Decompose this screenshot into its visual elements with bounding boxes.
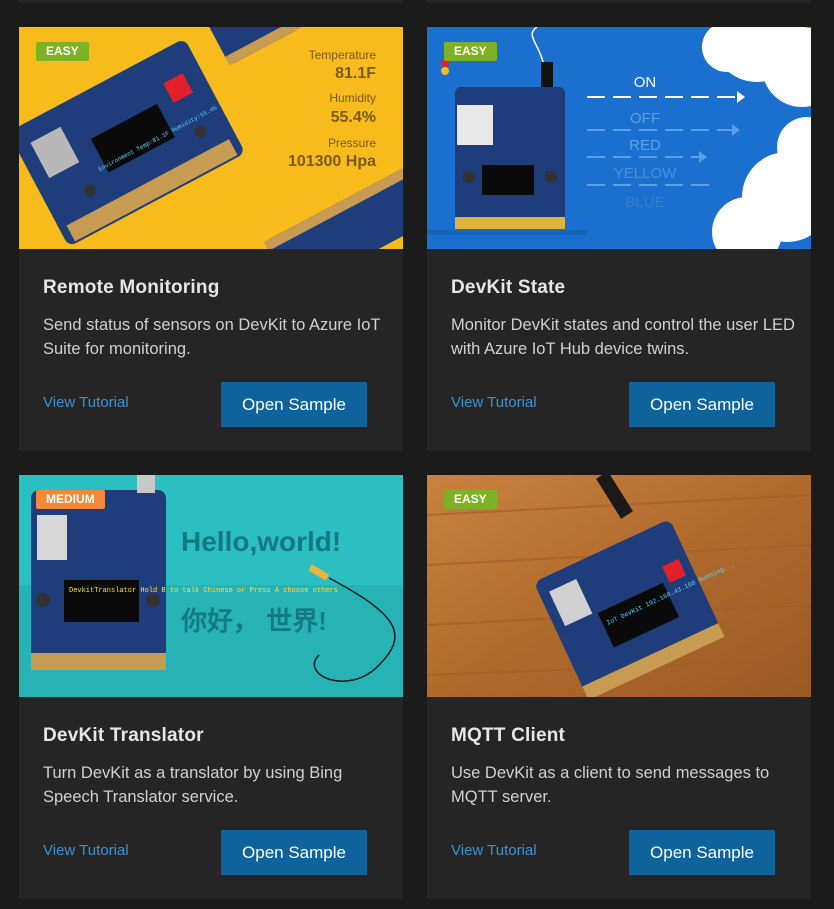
state-on: ON	[634, 74, 657, 91]
card-title: MQTT Client	[451, 725, 566, 746]
temperature-value: 81.1F	[335, 65, 376, 82]
sample-thumbnail: Environment Temp:81.1F Humidity:55.4% Te…	[19, 27, 403, 249]
board-screen-text: DevkitTranslator Hold B to talk Chinese …	[69, 587, 338, 595]
difficulty-badge: MEDIUM	[36, 490, 105, 509]
sample-thumbnail: ON OFF RED YELLOW BLUE EASY	[427, 27, 811, 249]
humidity-label: Humidity	[329, 91, 376, 105]
open-sample-button[interactable]: Open Sample	[221, 830, 367, 875]
view-tutorial-link[interactable]: View Tutorial	[451, 842, 537, 859]
sample-card-mqtt-client: IoT DevKit 192.168.43.160 Running... EAS…	[427, 475, 811, 899]
sample-card-remote-monitoring: Environment Temp:81.1F Humidity:55.4% Te…	[19, 27, 403, 451]
open-sample-button[interactable]: Open Sample	[221, 382, 367, 427]
temperature-label: Temperature	[309, 48, 377, 62]
hello-world-text: Hello,world!	[181, 526, 341, 557]
state-yellow: YELLOW	[614, 165, 677, 182]
sample-thumbnail: IoT DevKit 192.168.43.160 Running... EAS…	[427, 475, 811, 697]
sample-thumbnail: DevkitTranslator Hold B to talk Chinese …	[19, 475, 403, 697]
card-description: Turn DevKit as a translator by using Bin…	[43, 764, 343, 806]
sample-card-devkit-state: ON OFF RED YELLOW BLUE EASY DevKit State…	[427, 27, 811, 451]
view-tutorial-link[interactable]: View Tutorial	[43, 842, 129, 859]
open-sample-button[interactable]: Open Sample	[629, 382, 775, 427]
previous-card-bottom	[427, 0, 811, 3]
card-description: Monitor DevKit states and control the us…	[451, 316, 795, 358]
hello-world-cn-text: 你好， 世界!	[180, 606, 327, 636]
difficulty-badge: EASY	[444, 490, 497, 509]
state-blue: BLUE	[625, 194, 664, 211]
state-off: OFF	[630, 110, 660, 127]
previous-card-bottom	[19, 0, 403, 3]
humidity-value: 55.4%	[331, 109, 376, 126]
difficulty-badge: EASY	[444, 42, 497, 61]
view-tutorial-link[interactable]: View Tutorial	[43, 394, 129, 411]
difficulty-badge: EASY	[36, 42, 89, 61]
card-description: Send status of sensors on DevKit to Azur…	[43, 316, 381, 358]
card-title: DevKit State	[451, 277, 566, 298]
open-sample-button[interactable]: Open Sample	[629, 830, 775, 875]
card-title: Remote Monitoring	[43, 277, 220, 298]
view-tutorial-link[interactable]: View Tutorial	[451, 394, 537, 411]
pressure-label: Pressure	[328, 136, 376, 150]
pressure-value: 101300 Hpa	[288, 153, 376, 170]
card-description: Use DevKit as a client to send messages …	[451, 764, 770, 806]
card-title: DevKit Translator	[43, 725, 204, 746]
state-red: RED	[629, 137, 661, 154]
sample-card-devkit-translator: DevkitTranslator Hold B to talk Chinese …	[19, 475, 403, 899]
